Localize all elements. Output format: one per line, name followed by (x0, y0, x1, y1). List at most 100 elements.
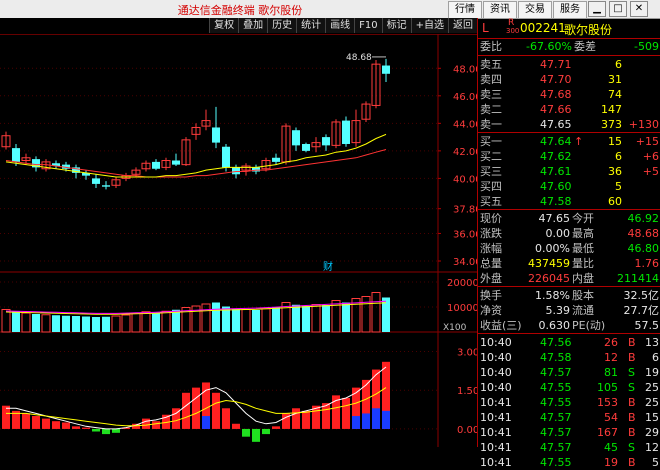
tick-row: 10:41 47.55 153 B 25 (478, 395, 660, 410)
ask-row[interactable]: 卖五 47.71 6 (478, 57, 660, 72)
tick-count: 5 (652, 456, 659, 469)
tick-volume: 45 (604, 441, 618, 454)
ask-row[interactable]: 卖二 47.66 147 (478, 102, 660, 117)
tick-price: 47.55 (540, 381, 572, 394)
stat-label: 涨幅 (480, 242, 502, 255)
f10-button[interactable]: F10 (354, 18, 382, 33)
stat-value: 0.00% (535, 242, 570, 255)
tick-side: B (628, 336, 636, 349)
fundamental-row: 换手 1.58% 股本 32.5亿 (478, 288, 660, 303)
candle-body-down (292, 130, 300, 146)
kline-chart[interactable]: 48.00 46.00 44.00 42.00 40.00 37.80 36.00 34.00… (0, 34, 477, 447)
menu-service[interactable]: 服务 (553, 1, 587, 19)
bid-price: 47.60 (540, 180, 572, 193)
macd-bar (32, 416, 40, 429)
order-diff-label: 委差 (574, 40, 596, 53)
macd-bar (82, 427, 90, 429)
ask-row[interactable]: 卖四 47.70 31 (478, 72, 660, 87)
fundamental-value: 27.7亿 (623, 304, 660, 317)
ask-price: 47.71 (540, 58, 572, 71)
macd-bar (322, 403, 330, 429)
add-watchlist-button[interactable]: +自选 (410, 18, 448, 33)
restore-rights-button[interactable]: 复权 (209, 18, 239, 33)
tick-side: B (628, 396, 636, 409)
volume-bar-up (41, 314, 51, 333)
top-menu: 行情 资讯 交易 服务 (447, 0, 587, 19)
ask-row[interactable]: 卖一 47.65 373 +130 (478, 117, 660, 132)
mark-button[interactable]: 标记 (381, 18, 411, 33)
tick-count: 15 (645, 411, 659, 424)
price-tick-label: 48.00 (453, 64, 477, 75)
tick-price: 47.57 (540, 366, 572, 379)
back-button[interactable]: 返回 (448, 18, 477, 33)
macd-bar (212, 392, 220, 429)
stat-value: 1.76 (634, 257, 660, 270)
macd-bar (182, 392, 190, 429)
tick-volume: 54 (604, 411, 618, 424)
bid-change: +5 (642, 165, 659, 178)
stat-label: 今开 (572, 212, 594, 225)
macd-bar (242, 428, 250, 437)
flag-r-sub: 300 (506, 27, 520, 35)
tick-count: 12 (645, 441, 659, 454)
ask-label: 卖五 (480, 58, 502, 71)
macd-bar (102, 428, 110, 435)
panel-separator (478, 55, 660, 56)
volume-bar-up (21, 312, 31, 333)
bid-volume: 6 (615, 150, 622, 163)
panel-separator (478, 286, 660, 287)
bid-row[interactable]: 买一 47.64 ↑ 15 +15 (478, 134, 660, 149)
ask-label: 卖一 (480, 118, 502, 131)
bid-row[interactable]: 买五 47.58 60 (478, 194, 660, 209)
fundamental-value: 32.5亿 (623, 289, 660, 302)
tick-time: 10:40 (480, 381, 512, 394)
macd-bar (152, 421, 160, 429)
price-tick-label: 46.00 (453, 92, 477, 103)
ask-volume: 147 (601, 103, 622, 116)
chart-toolbar: 复权 叠加 历史 统计 画线 F10 标记 +自选 返回 (0, 18, 477, 35)
event-marker-icon: 财 (323, 260, 333, 273)
tick-time: 10:41 (480, 456, 512, 469)
menu-quotes[interactable]: 行情 (448, 1, 482, 19)
tick-time: 10:41 (480, 426, 512, 439)
stat-value: 46.80 (627, 242, 660, 255)
macd-bar (222, 408, 230, 429)
volume-bar-down (92, 317, 100, 332)
macd-bar (2, 405, 10, 429)
bid-row[interactable]: 买二 47.62 6 +6 (478, 149, 660, 164)
candle-body-down (152, 161, 160, 169)
bid-row[interactable]: 买三 47.61 36 +5 (478, 164, 660, 179)
menu-news[interactable]: 资讯 (483, 1, 517, 19)
draw-line-button[interactable]: 画线 (325, 18, 355, 33)
tick-row: 10:41 47.57 167 B 29 (478, 425, 660, 440)
stat-label: 总量 (480, 257, 502, 270)
volume-bar-down (232, 308, 240, 332)
tick-time: 10:41 (480, 396, 512, 409)
macd-bar (22, 413, 30, 429)
bid-label: 买一 (480, 135, 502, 148)
history-button[interactable]: 历史 (267, 18, 297, 33)
macd-bar (62, 422, 70, 429)
statistics-button[interactable]: 统计 (296, 18, 326, 33)
macd-bar-tip (372, 408, 380, 429)
tick-volume: 167 (597, 426, 618, 439)
bid-change: +15 (635, 135, 659, 148)
bid-price: 47.64 (540, 135, 572, 148)
overlay-button[interactable]: 叠加 (238, 18, 268, 33)
up-arrow-icon: ↑ (574, 135, 584, 148)
minimize-icon[interactable]: ▁ (588, 1, 606, 17)
close-icon[interactable]: ✕ (630, 1, 648, 17)
bid-row[interactable]: 买四 47.60 5 (478, 179, 660, 194)
ask-volume: 373 (601, 118, 622, 131)
tick-time: 10:40 (480, 351, 512, 364)
tick-price: 47.58 (540, 351, 572, 364)
volume-bar-up (121, 314, 131, 333)
ask-row[interactable]: 卖三 47.68 74 (478, 87, 660, 102)
maximize-icon[interactable]: □ (609, 1, 627, 17)
fundamental-value: 1.58% (535, 289, 570, 302)
stock-code: 002241 (520, 21, 566, 35)
candle-body-down (272, 157, 280, 162)
volume-bar-up (141, 311, 151, 333)
menu-trade[interactable]: 交易 (518, 1, 552, 19)
bid-price: 47.58 (540, 195, 572, 208)
